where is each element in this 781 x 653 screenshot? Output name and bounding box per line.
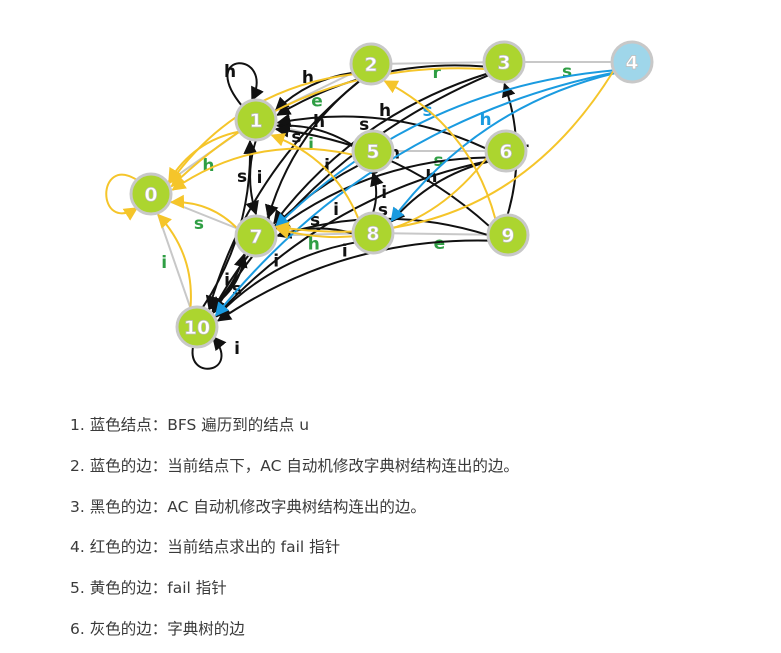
node-label: 1 xyxy=(249,110,262,132)
node-label: 0 xyxy=(144,184,157,206)
node-label: 6 xyxy=(499,141,512,163)
edge-label: i xyxy=(234,339,240,359)
legend-item: 4. 红色的边：当前结点求出的 fail 指针 xyxy=(70,530,519,571)
legend-item: 2. 蓝色的边：当前结点下，AC 自动机修改字典树结构连出的边。 xyxy=(70,449,519,490)
node-6: 6 xyxy=(484,129,528,173)
node-label: 8 xyxy=(366,223,379,245)
legend-item-text: 黄色的边：fail 指针 xyxy=(89,579,227,598)
edge-line xyxy=(274,69,614,228)
edge-label: h xyxy=(202,156,214,176)
node-1: 1 xyxy=(234,98,278,142)
legend-item: 5. 黄色的边：fail 指针 xyxy=(70,571,519,612)
legend-item-number: 5. xyxy=(70,579,85,598)
edge-label: i xyxy=(257,168,263,188)
node-0: 0 xyxy=(129,172,173,216)
blue-edge-4-7: s xyxy=(274,69,614,228)
ac-automaton-diagram: hsiersishehihhhhhshsiihrsssssiiiiiishi 0… xyxy=(105,40,654,370)
edge-label: i xyxy=(308,135,314,155)
node-label: 5 xyxy=(366,141,379,163)
edge-label: e xyxy=(434,234,446,254)
legend-item-number: 2. xyxy=(70,456,85,475)
nodes-layer: 0 1 2 3 4 5 6 7 8 9 10 xyxy=(129,40,654,349)
legend-item-number: 6. xyxy=(70,619,85,638)
edge-label: s xyxy=(562,62,572,82)
node-10: 10 xyxy=(175,305,219,349)
node-3: 3 xyxy=(482,40,526,84)
node-7: 7 xyxy=(234,214,278,258)
edge-line xyxy=(205,79,361,310)
legend-item-number: 4. xyxy=(70,538,85,557)
node-8: 8 xyxy=(351,211,395,255)
black-edge-2-10: i xyxy=(205,79,361,310)
node-label: 9 xyxy=(501,225,514,247)
edge-label: s xyxy=(237,167,247,187)
legend-item: 1. 蓝色结点：BFS 遍历到的结点 u xyxy=(70,408,519,449)
legend-list: 1. 蓝色结点：BFS 遍历到的结点 u 2. 蓝色的边：当前结点下，AC 自动… xyxy=(70,408,519,653)
node-label: 3 xyxy=(497,52,510,74)
node-label: 2 xyxy=(364,54,377,76)
node-4: 4 xyxy=(610,40,654,84)
edge-label: i xyxy=(273,251,279,271)
node-label: 4 xyxy=(625,52,638,74)
legend-item-text: 灰色的边：字典树的边 xyxy=(89,619,245,638)
node-9: 9 xyxy=(486,213,530,257)
node-label: 10 xyxy=(184,317,210,339)
node-label: 7 xyxy=(249,226,262,248)
legend-item-text: 蓝色的边：当前结点下，AC 自动机修改字典树结构连出的边。 xyxy=(89,456,519,475)
legend-item-text: 蓝色结点：BFS 遍历到的结点 u xyxy=(89,416,310,434)
node-2: 2 xyxy=(349,42,393,86)
edge-line xyxy=(370,171,384,214)
edge-label: i xyxy=(333,200,339,220)
legend-item-number: 3. xyxy=(70,497,85,516)
edge-label: h xyxy=(224,62,236,82)
edge-label: i xyxy=(161,253,167,273)
legend-item-number: 1. xyxy=(70,416,85,434)
legend-item-text: 黑色的边：AC 自动机修改字典树结构连出的边。 xyxy=(89,497,426,516)
node-5: 5 xyxy=(351,129,395,173)
legend-item-text: 红色的边：当前结点求出的 fail 指针 xyxy=(89,538,341,557)
edge-label: s xyxy=(194,214,204,234)
legend-item: 6. 灰色的边：字典树的边 xyxy=(70,612,519,653)
legend-item: 3. 黑色的边：AC 自动机修改字典树结构连出的边。 xyxy=(70,490,519,531)
